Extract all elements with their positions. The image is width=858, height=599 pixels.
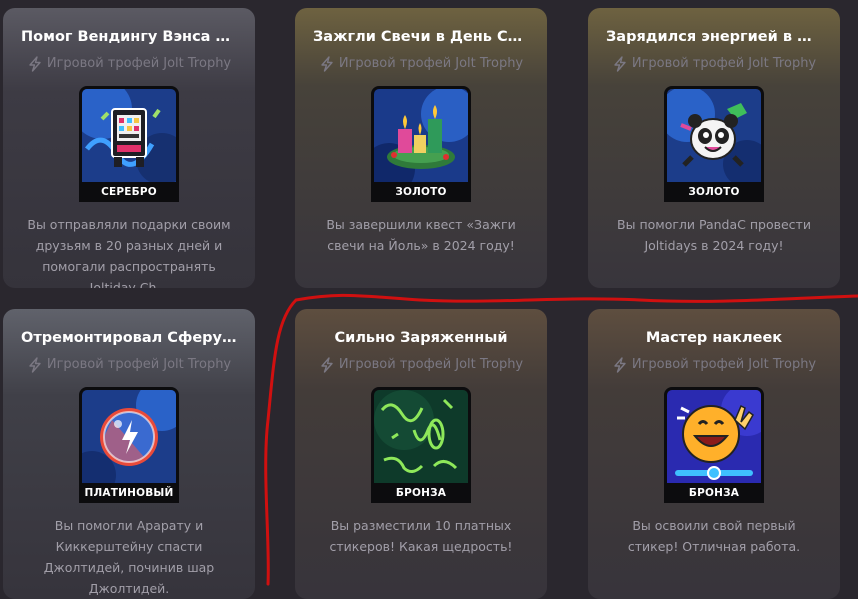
bolt-icon [321, 357, 333, 373]
trophy-badge: СЕРЕБРО [79, 86, 179, 202]
trophy-card[interactable]: Зарядился энергией в дни... Игровой троф… [588, 8, 840, 288]
trophy-card[interactable]: Помог Вендингу Вэнса Раз... Игровой троф… [3, 8, 255, 288]
trophy-description: Вы отправляли подарки своим друзьям в 20… [27, 217, 231, 288]
rank-label: ЗОЛОТО [371, 182, 471, 202]
trophy-subtitle: Игровой трофей Jolt Trophy [3, 357, 255, 373]
trophy-badge: ЗОЛОТО [664, 86, 764, 202]
trophy-badge: ЗОЛОТО [371, 86, 471, 202]
rank-label: СЕРЕБРО [79, 182, 179, 202]
trophy-title: Зажгли Свечи в День Свят... [313, 29, 529, 45]
trophy-title: Зарядился энергией в дни... [606, 29, 822, 45]
trophy-title: Отремонтировал Сферу Д... [21, 330, 237, 346]
trophy-description: Вы разместили 10 платных стикеров! Какая… [329, 518, 513, 554]
trophy-description: Вы освоили свой первый стикер! Отличная … [627, 518, 801, 554]
rank-label: БРОНЗА [664, 483, 764, 503]
bolt-icon [29, 357, 41, 373]
trophy-subtitle: Игровой трофей Jolt Trophy [3, 56, 255, 72]
trophy-badge: ПЛАТИНОВЫЙ [79, 387, 179, 503]
bolt-icon [29, 56, 41, 72]
trophy-description: Вы помогли PandaC провести Joltidays в 2… [617, 217, 811, 253]
trophy-title: Помог Вендингу Вэнса Раз... [21, 29, 237, 45]
trophy-title: Сильно Заряженный [334, 330, 508, 346]
trophy-description: Вы завершили квест «Зажги свечи на Йоль»… [326, 217, 516, 253]
trophy-card[interactable]: Отремонтировал Сферу Д... Игровой трофей… [3, 309, 255, 599]
trophy-subtitle: Игровой трофей Jolt Trophy [588, 56, 840, 72]
trophy-badge: БРОНЗА [664, 387, 764, 503]
bolt-icon [614, 357, 626, 373]
trophy-subtitle: Игровой трофей Jolt Trophy [588, 357, 840, 373]
bolt-icon [321, 56, 333, 72]
rank-label: ПЛАТИНОВЫЙ [79, 483, 179, 503]
trophy-badge: БРОНЗА [371, 387, 471, 503]
trophy-subtitle: Игровой трофей Jolt Trophy [295, 56, 547, 72]
trophy-subtitle: Игровой трофей Jolt Trophy [295, 357, 547, 373]
trophy-description: Вы помогли Арарату и Киккерштейну спасти… [43, 518, 215, 596]
rank-label: БРОНЗА [371, 483, 471, 503]
trophy-card[interactable]: Мастер наклеек Игровой трофей Jolt Troph… [588, 309, 840, 599]
trophy-card[interactable]: Зажгли Свечи в День Свят... Игровой троф… [295, 8, 547, 288]
rank-label: ЗОЛОТО [664, 182, 764, 202]
trophy-title: Мастер наклеек [645, 330, 783, 346]
trophy-card[interactable]: Сильно Заряженный Игровой трофей Jolt Tr… [295, 309, 547, 599]
bolt-icon [614, 56, 626, 72]
